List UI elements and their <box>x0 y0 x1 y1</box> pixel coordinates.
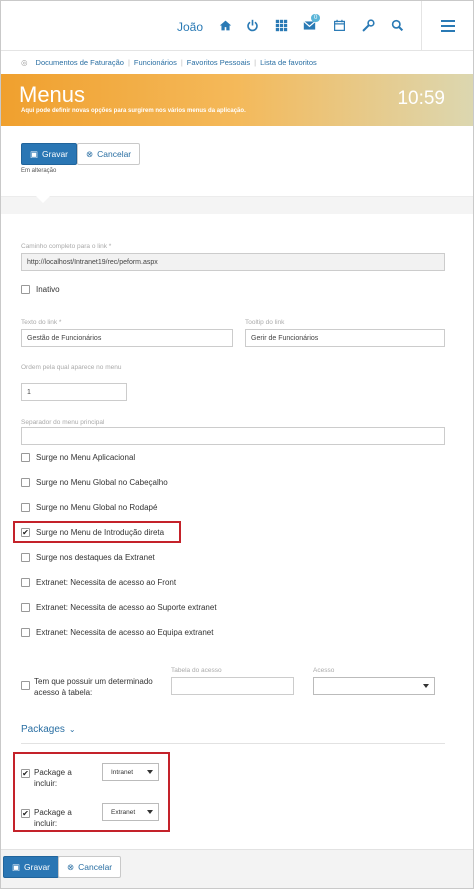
access-checkbox[interactable] <box>21 681 30 690</box>
page-frame: João 0 ◎ Documentos de Faturação | Funci… <box>0 0 474 889</box>
checkbox[interactable] <box>21 578 30 587</box>
status-text: Em alteração <box>21 168 57 174</box>
option-extranet-suporte[interactable]: Extranet: Necessita de acesso ao Suporte… <box>21 603 217 612</box>
option-destaques-extranet[interactable]: Surge nos destaques da Extranet <box>21 553 155 562</box>
footer-cancel-button[interactable]: ⊗ Cancelar <box>58 856 122 878</box>
page-subtitle: Aqui pode definir novas opções para surg… <box>21 108 246 114</box>
access-select-label: Acesso <box>313 667 335 674</box>
option-extranet-equipa[interactable]: Extranet: Necessita de acesso ao Equipa … <box>21 628 213 637</box>
breadcrumb-item[interactable]: Documentos de Faturação <box>36 58 124 67</box>
option-menu-aplicacional[interactable]: Surge no Menu Aplicacional <box>21 453 135 462</box>
access-select[interactable] <box>313 677 435 695</box>
link-path-field: http://localhost/Intranet19/rec/peform.a… <box>21 253 445 271</box>
package-checkbox-checked[interactable]: ✔ <box>21 769 30 778</box>
calendar-icon[interactable] <box>331 17 347 33</box>
tooltip-label: Tooltip do link <box>245 319 285 326</box>
save-icon: ▣ <box>12 861 21 872</box>
page-header-banner: Menus Aqui pode definir novas opções par… <box>1 74 473 126</box>
option-menu-introducao-direta[interactable]: ✔ Surge no Menu de Introdução direta <box>21 528 164 537</box>
footer-save-button[interactable]: ▣ Gravar <box>3 856 60 878</box>
hamburger-menu-icon[interactable] <box>421 1 473 51</box>
separator-field[interactable] <box>21 427 445 445</box>
save-button[interactable]: ▣ Gravar <box>21 143 78 165</box>
option-extranet-front[interactable]: Extranet: Necessita de acesso ao Front <box>21 578 176 587</box>
breadcrumb-item[interactable]: Funcionários <box>134 58 177 67</box>
footer-bar: ▣ Gravar ⊗ Cancelar <box>1 849 473 888</box>
order-field[interactable]: 1 <box>21 383 127 401</box>
wrench-icon[interactable] <box>360 17 376 33</box>
home-icon[interactable] <box>217 17 233 33</box>
package-checkbox-checked[interactable]: ✔ <box>21 809 30 818</box>
breadcrumb-item[interactable]: Favoritos Pessoais <box>187 58 250 67</box>
separator-label: Separador do menu principal <box>21 419 105 426</box>
table-access-label: Tabela do acesso <box>171 667 222 674</box>
option-menu-global-cabecalho[interactable]: Surge no Menu Global no Cabeçalho <box>21 478 168 487</box>
mail-icon[interactable]: 0 <box>301 14 321 33</box>
apps-grid-icon[interactable] <box>273 17 289 33</box>
mail-count-badge: 0 <box>311 14 321 22</box>
power-icon[interactable] <box>244 17 260 33</box>
breadcrumb: ◎ Documentos de Faturação | Funcionários… <box>21 57 317 67</box>
packages-toggle[interactable]: Packages ⌄ <box>21 724 76 735</box>
breadcrumb-item[interactable]: Lista de favoritos <box>260 58 317 67</box>
access-label: Tem que possuir um determinado acesso à … <box>34 677 153 697</box>
breadcrumb-home-icon[interactable]: ◎ <box>21 58 28 67</box>
chevron-down-icon <box>423 684 429 688</box>
save-icon: ▣ <box>30 148 39 159</box>
package-label: Package a incluir: <box>34 808 72 828</box>
cancel-icon: ⊗ <box>67 861 75 872</box>
inactive-checkbox[interactable] <box>21 285 30 294</box>
checkbox[interactable] <box>21 503 30 512</box>
cancel-icon: ⊗ <box>86 148 94 159</box>
section-divider <box>1 196 473 214</box>
packages-divider <box>21 743 445 744</box>
checkbox[interactable] <box>21 603 30 612</box>
order-label: Ordem pela qual aparece no menu <box>21 364 122 371</box>
chevron-down-icon <box>147 810 153 814</box>
package-label: Package a incluir: <box>34 768 72 788</box>
checkbox[interactable] <box>21 553 30 562</box>
checkbox[interactable] <box>21 628 30 637</box>
cancel-button[interactable]: ⊗ Cancelar <box>77 143 141 165</box>
chevron-down-icon <box>147 770 153 774</box>
top-bar: João 0 <box>1 1 473 51</box>
checkbox[interactable] <box>21 453 30 462</box>
checkbox[interactable] <box>21 478 30 487</box>
link-path-label: Caminho completo para o link * <box>21 243 112 250</box>
table-access-field[interactable] <box>171 677 294 695</box>
search-icon[interactable] <box>389 17 405 33</box>
clock: 10:59 <box>397 88 445 109</box>
option-menu-global-rodape[interactable]: Surge no Menu Global no Rodapé <box>21 503 157 512</box>
chevron-down-icon: ⌄ <box>68 725 76 734</box>
package-select[interactable]: Intranet <box>102 763 159 781</box>
inactive-option[interactable]: Inativo <box>21 285 60 294</box>
page-title: Menus <box>19 82 86 107</box>
link-text-field[interactable]: Gestão de Funcionários <box>21 329 233 347</box>
checkbox-checked[interactable]: ✔ <box>21 528 30 537</box>
tooltip-field[interactable]: Gerir de Funcionários <box>245 329 445 347</box>
link-text-label: Texto do link * <box>21 319 62 326</box>
package-select[interactable]: Extranet <box>102 803 159 821</box>
user-name[interactable]: João <box>177 20 203 34</box>
